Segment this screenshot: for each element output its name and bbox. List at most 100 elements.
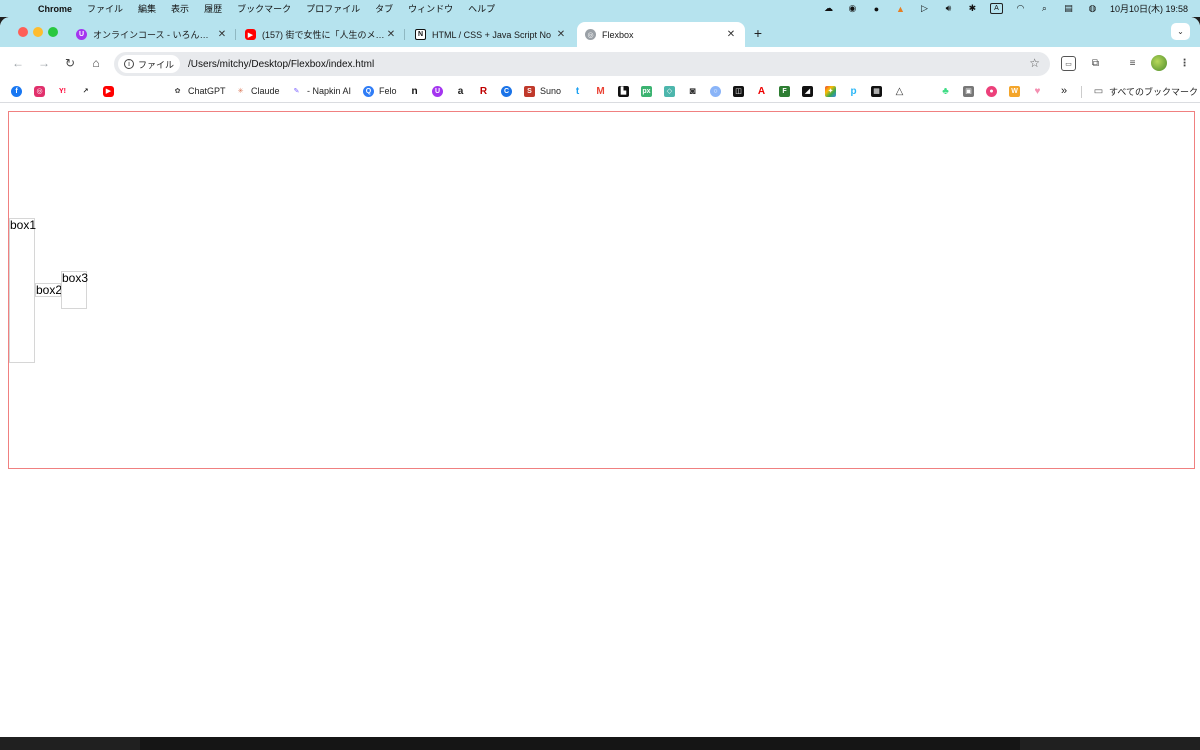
- input-method-icon[interactable]: A: [989, 3, 1003, 14]
- close-icon[interactable]: ✕: [725, 29, 737, 40]
- box3: box3: [61, 271, 88, 309]
- bookmark-felo[interactable]: Q Felo: [363, 84, 397, 98]
- bookmark-teal[interactable]: ◇: [664, 84, 675, 98]
- tab-udemy[interactable]: U オンラインコース - いろんなこと ✕: [68, 22, 236, 47]
- bluetooth-icon[interactable]: ✱: [966, 3, 979, 14]
- bookmark-facebook[interactable]: f: [11, 84, 22, 98]
- forward-arrow-icon[interactable]: →: [36, 55, 52, 71]
- siri-icon[interactable]: ◍: [1086, 3, 1099, 14]
- bookmark-rakuten[interactable]: R: [478, 84, 489, 98]
- bookmark-napkin-ai[interactable]: ✎ - Napkin AI: [291, 84, 351, 98]
- bookmark-all-bookmarks[interactable]: ▭ すべてのブックマーク: [1093, 84, 1198, 98]
- close-icon[interactable]: ✕: [555, 29, 567, 40]
- bookmark-dark-square[interactable]: ◫: [733, 84, 744, 98]
- home-icon[interactable]: ⌂: [88, 55, 104, 71]
- menu-view[interactable]: 表示: [171, 2, 189, 15]
- yahoo-icon: Y!: [57, 85, 68, 97]
- bookmark-pink-app[interactable]: ●: [986, 84, 997, 98]
- bookmark-chart[interactable]: ◢: [802, 84, 813, 98]
- bookmark-apple-blue[interactable]: [149, 84, 160, 98]
- amazon-icon: a: [455, 85, 466, 97]
- sync-icon[interactable]: ●: [870, 3, 883, 14]
- url-text[interactable]: /Users/mitchy/Desktop/Flexbox/index.html: [188, 59, 374, 70]
- bookmark-gmail[interactable]: M: [595, 84, 606, 98]
- flex-container: box1 box2 box3: [8, 111, 1195, 469]
- bookmark-colorful[interactable]: ✦: [825, 84, 836, 98]
- address-bar[interactable]: i ファイル /Users/mitchy/Desktop/Flexbox/ind…: [114, 52, 1050, 76]
- play-icon[interactable]: ▷: [918, 3, 931, 14]
- bookmark-android[interactable]: ♣: [940, 84, 951, 98]
- bookmark-circle-blue[interactable]: ○: [710, 84, 721, 98]
- more-menu-icon[interactable]: ⋮: [1177, 56, 1192, 71]
- bookmark-heart[interactable]: ♥: [1032, 84, 1043, 98]
- menu-tab[interactable]: タブ: [375, 2, 393, 15]
- bookmark-grid[interactable]: ▦: [871, 84, 882, 98]
- profile-avatar[interactable]: [1151, 55, 1167, 71]
- menu-file[interactable]: ファイル: [87, 2, 123, 15]
- back-arrow-icon[interactable]: ←: [10, 55, 26, 71]
- site-info-chip[interactable]: i ファイル: [118, 55, 181, 73]
- tab-search-chevron-icon[interactable]: ⌄: [1171, 23, 1190, 40]
- volume-icon[interactable]: 🔊︎: [942, 3, 955, 14]
- window-close-button[interactable]: [18, 27, 28, 37]
- bookmark-w-app[interactable]: W: [1009, 84, 1020, 98]
- bookmark-pixiv[interactable]: px: [641, 84, 652, 98]
- bookmark-udemy[interactable]: U: [432, 84, 443, 98]
- wifi-icon[interactable]: ◠: [1014, 3, 1027, 14]
- window-zoom-button[interactable]: [48, 27, 58, 37]
- menu-app-chrome[interactable]: Chrome: [38, 4, 72, 14]
- tab-flexbox[interactable]: ◎ Flexbox ✕: [577, 22, 745, 47]
- dock-shadow: [140, 737, 1020, 750]
- bookmark-label: - Napkin AI: [307, 86, 352, 96]
- close-icon[interactable]: ✕: [216, 29, 228, 40]
- menu-window[interactable]: ウィンドウ: [408, 2, 453, 15]
- bookmark-yahoo[interactable]: Y!: [57, 84, 68, 98]
- bookmark-f-green[interactable]: F: [779, 84, 790, 98]
- menu-bookmarks[interactable]: ブックマーク: [237, 2, 291, 15]
- spotlight-search-icon[interactable]: ⌕: [1038, 3, 1051, 14]
- bookmark-label: Felo: [379, 86, 397, 96]
- cloud-icon[interactable]: ☁: [822, 3, 835, 14]
- extensions-puzzle-icon[interactable]: ⧉: [1088, 56, 1103, 71]
- tab-youtube[interactable]: ▶ (157) 街で女性に「人生のメリー ✕: [237, 22, 405, 47]
- bookmark-drive[interactable]: △: [894, 84, 905, 98]
- note-icon: n: [409, 85, 420, 97]
- menubar-clock[interactable]: 10月10日(木) 19:58: [1110, 2, 1188, 15]
- bookmark-twitter[interactable]: t: [572, 84, 583, 98]
- bookmarks-overflow-icon[interactable]: »: [1061, 84, 1067, 98]
- bookmark-instagram[interactable]: ◎: [34, 84, 45, 98]
- bookmark-star-icon[interactable]: ☆: [1029, 56, 1040, 70]
- menu-edit[interactable]: 編集: [138, 2, 156, 15]
- bookmark-apple[interactable]: [126, 84, 137, 98]
- bookmark-blocks[interactable]: ▙: [618, 84, 629, 98]
- close-icon[interactable]: ✕: [385, 29, 397, 40]
- bookmark-gray-app[interactable]: ▣: [963, 84, 974, 98]
- bookmark-camera[interactable]: ◙: [687, 84, 698, 98]
- bookmark-circle-c[interactable]: C: [501, 84, 512, 98]
- bookmark-pf[interactable]: p: [848, 84, 859, 98]
- tab-notion[interactable]: N HTML / CSS + Java Script No ✕: [407, 22, 575, 47]
- window-minimize-button[interactable]: [33, 27, 43, 37]
- menu-profile[interactable]: プロファイル: [306, 2, 360, 15]
- bookmark-note[interactable]: n: [409, 84, 420, 98]
- extension-line-icon[interactable]: ▭: [1061, 56, 1076, 71]
- reading-list-icon[interactable]: ≡: [1125, 56, 1140, 71]
- chatgpt-icon: ✿: [172, 85, 183, 97]
- new-tab-button[interactable]: +: [750, 26, 766, 40]
- bookmark-chatgpt[interactable]: ✿ ChatGPT: [172, 84, 226, 98]
- bookmark-youtube[interactable]: ▶: [103, 84, 114, 98]
- reload-icon[interactable]: ↻: [62, 55, 78, 71]
- bookmark-claude[interactable]: ✳ Claude: [235, 84, 280, 98]
- bookmark-suno[interactable]: S Suno: [524, 84, 561, 98]
- control-center-icon[interactable]: ▤: [1062, 3, 1075, 14]
- drive-icon: △: [894, 85, 905, 97]
- creative-cloud-icon[interactable]: ◉: [846, 3, 859, 14]
- vlc-icon[interactable]: ▲: [894, 3, 907, 14]
- menu-help[interactable]: ヘルプ: [468, 2, 495, 15]
- bookmark-adobe[interactable]: A: [756, 84, 767, 98]
- bookmark-arrow[interactable]: ↗: [80, 84, 91, 98]
- menu-history[interactable]: 履歴: [204, 2, 222, 15]
- bookmark-label: ChatGPT: [188, 86, 226, 96]
- bookmarks-bar: f ◎ Y! ↗ ▶ ✿ ChatGPT ✳ Claude ✎ - Napkin AI…: [0, 80, 1200, 103]
- bookmark-amazon[interactable]: a: [455, 84, 466, 98]
